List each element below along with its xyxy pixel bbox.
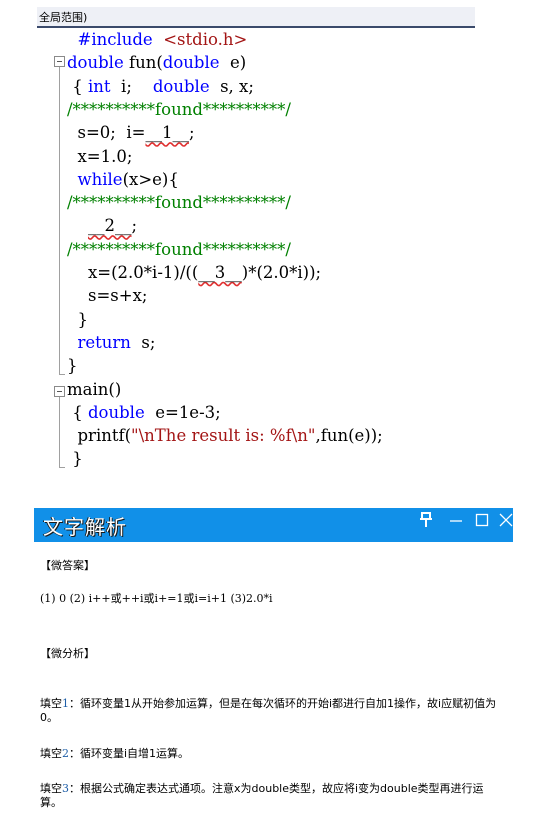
code-token: } bbox=[77, 309, 89, 329]
code-token: #include bbox=[77, 30, 153, 49]
code-token: /**********found**********/ bbox=[67, 99, 291, 119]
analysis-panel-header: 文字解析 bbox=[34, 508, 513, 542]
code-line[interactable]: } bbox=[67, 354, 78, 377]
code-token: ; bbox=[188, 123, 195, 143]
code-token: ,fun(e)); bbox=[315, 426, 383, 446]
code-token: (x>e){ bbox=[122, 169, 179, 189]
code-token: <stdio.h> bbox=[163, 30, 248, 49]
code-token: )*(2.0*i)); bbox=[241, 263, 322, 282]
code-line[interactable]: x=1.0; bbox=[67, 145, 133, 168]
code-token: double bbox=[67, 53, 124, 73]
panel-title: 文字解析 bbox=[43, 515, 127, 539]
fill-in-blank: __2__ bbox=[87, 216, 132, 236]
code-token: s=s+x; bbox=[87, 286, 148, 306]
code-token: e=1e-3; bbox=[144, 402, 221, 422]
fill-in-blank: __1__ bbox=[145, 123, 189, 143]
code-editor[interactable]: 全局范围) #include <stdio.h> double fun(doubl… bbox=[37, 0, 475, 480]
code-token: return bbox=[77, 332, 131, 352]
fold-toggle-fun[interactable] bbox=[54, 56, 65, 67]
code-line[interactable]: printf("\nThe result is: %f\n",fun(e)); bbox=[67, 424, 383, 447]
code-token: while bbox=[77, 169, 123, 189]
code-token: double bbox=[88, 402, 145, 422]
code-token: { bbox=[72, 76, 88, 96]
code-token: } bbox=[72, 449, 83, 469]
code-line[interactable]: /**********found**********/ bbox=[67, 191, 291, 214]
code-token: main() bbox=[67, 379, 122, 399]
code-line[interactable]: double fun(double e) bbox=[67, 51, 246, 74]
code-token: int bbox=[88, 76, 111, 96]
code-token: fun( bbox=[123, 53, 163, 73]
pin-icon[interactable] bbox=[417, 512, 435, 534]
analysis-paragraph-1: 填空1：循环变量1从开始参加运算，但是在每次循环的开始i都进行自加1操作，故i应… bbox=[40, 697, 497, 724]
analysis-paragraph-2: 填空2：循环变量i自增1运算。 bbox=[40, 747, 190, 760]
code-line[interactable]: /**********found**********/ bbox=[67, 238, 291, 261]
answer-text: (1) 0 (2) i++或++i或i+=1或i=i+1 (3)2.0*i bbox=[40, 592, 273, 605]
close-icon[interactable] bbox=[497, 512, 515, 534]
fold-line-main bbox=[59, 397, 60, 467]
code-token: /**********found**********/ bbox=[67, 239, 291, 259]
code-token: s, x; bbox=[209, 76, 254, 96]
code-token: e) bbox=[219, 53, 247, 73]
fold-end-main bbox=[59, 467, 65, 468]
analysis-title: 【微分析】 bbox=[40, 647, 95, 660]
code-line[interactable]: x=(2.0*i-1)/((__3__)*(2.0*i)); bbox=[67, 261, 321, 284]
code-token: /**********found**********/ bbox=[67, 193, 291, 213]
code-token: s=0; i= bbox=[77, 123, 146, 143]
code-token: s; bbox=[130, 332, 156, 352]
code-line[interactable]: } bbox=[67, 308, 89, 331]
code-line[interactable]: s=0; i=__1__; bbox=[67, 121, 195, 144]
code-token: } bbox=[67, 356, 78, 376]
code-line[interactable]: s=s+x; bbox=[67, 284, 147, 307]
scope-dropdown[interactable]: 全局范围) bbox=[37, 7, 475, 28]
fold-end-fun bbox=[59, 374, 65, 375]
fold-line-fun bbox=[59, 67, 60, 374]
code-line[interactable]: return s; bbox=[67, 331, 156, 354]
code-line[interactable]: #include <stdio.h> bbox=[67, 28, 248, 51]
fill-in-blank: __3__ bbox=[198, 263, 242, 282]
code-token: x=1.0; bbox=[77, 146, 133, 166]
code-token: { bbox=[72, 402, 88, 422]
code-token: ; bbox=[131, 216, 138, 236]
code-line[interactable]: main() bbox=[67, 378, 121, 401]
code-token: x=(2.0*i-1)/(( bbox=[87, 263, 199, 282]
answer-title: 【微答案】 bbox=[40, 559, 95, 572]
code-line[interactable]: /**********found**********/ bbox=[67, 98, 291, 121]
code-line[interactable]: { int i; double s, x; bbox=[67, 75, 254, 98]
code-line[interactable]: } bbox=[67, 447, 83, 470]
maximize-icon[interactable] bbox=[473, 512, 491, 534]
code-token: "\nThe result is: %f\n" bbox=[131, 426, 316, 446]
scope-label: 全局范围) bbox=[39, 11, 88, 24]
code-token: double bbox=[152, 76, 210, 96]
code-token: double bbox=[162, 53, 220, 73]
code-token: i; bbox=[110, 76, 153, 96]
analysis-paragraph-3: 填空3：根据公式确定表达式通项。注意x为double类型，故应将i变为doubl… bbox=[40, 782, 484, 809]
code-token: printf( bbox=[77, 426, 132, 446]
minimize-icon[interactable] bbox=[447, 512, 465, 534]
code-line[interactable]: { double e=1e-3; bbox=[67, 401, 221, 424]
code-line[interactable]: __2__; bbox=[67, 214, 137, 237]
code-line[interactable]: while(x>e){ bbox=[67, 168, 179, 191]
fold-toggle-main[interactable] bbox=[54, 386, 65, 397]
